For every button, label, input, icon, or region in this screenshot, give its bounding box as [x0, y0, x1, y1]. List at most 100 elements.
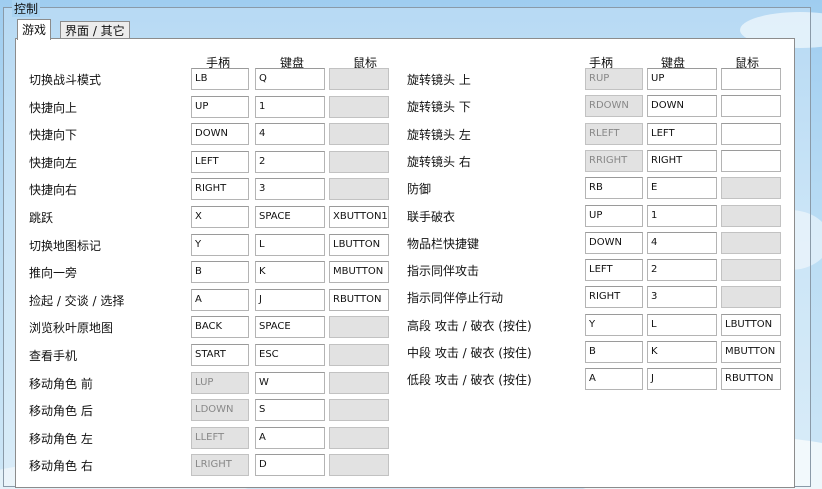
left-keyboard-binding[interactable]: ESC	[255, 344, 325, 366]
right-mouse-binding[interactable]	[721, 231, 781, 254]
left-gamepad-binding[interactable]: BACK	[191, 316, 249, 339]
left-mouse-binding[interactable]	[329, 178, 389, 201]
left-mouse-binding[interactable]	[329, 371, 389, 394]
left-mouse-binding[interactable]	[329, 344, 389, 366]
right-action-label: 低段 攻击 / 破衣 (按住)	[407, 373, 532, 388]
right-gamepad-binding[interactable]: Y	[585, 313, 643, 336]
left-action-label: 移动角色 右	[29, 459, 93, 474]
left-gamepad-binding[interactable]: LUP	[191, 371, 249, 394]
right-keyboard-binding[interactable]: 2	[647, 259, 717, 282]
left-mouse-binding[interactable]: MBUTTON	[329, 261, 389, 284]
left-mouse-binding[interactable]	[329, 399, 389, 422]
left-gamepad-binding[interactable]: DOWN	[191, 123, 249, 146]
right-gamepad-binding[interactable]: A	[585, 368, 643, 391]
left-keyboard-binding[interactable]: Q	[255, 68, 325, 90]
left-gamepad-binding[interactable]: Y	[191, 233, 249, 256]
left-mouse-binding[interactable]	[329, 454, 389, 477]
right-gamepad-binding[interactable]: LEFT	[585, 259, 643, 282]
right-mouse-binding[interactable]	[721, 95, 781, 118]
tab-game[interactable]: 游戏	[17, 19, 52, 40]
left-gamepad-binding[interactable]: LB	[191, 68, 249, 90]
left-mouse-binding[interactable]: XBUTTON1	[329, 206, 389, 228]
right-action-label: 旋转镜头 上	[407, 73, 471, 87]
right-action-label: 中段 攻击 / 破衣 (按住)	[407, 346, 532, 360]
right-mouse-binding[interactable]	[721, 177, 781, 200]
right-mouse-binding[interactable]: RBUTTON	[721, 368, 781, 391]
tab-interface-other[interactable]: 界面 / 其它	[60, 21, 130, 39]
left-keyboard-binding[interactable]: J	[255, 288, 325, 311]
right-keyboard-binding[interactable]: L	[647, 313, 717, 336]
right-keyboard-binding[interactable]: DOWN	[647, 95, 717, 118]
right-keyboard-binding[interactable]: J	[647, 368, 717, 391]
left-gamepad-binding[interactable]: RIGHT	[191, 178, 249, 201]
left-gamepad-binding[interactable]: START	[191, 344, 249, 366]
right-keyboard-binding[interactable]: RIGHT	[647, 149, 717, 172]
left-mouse-binding[interactable]	[329, 123, 389, 146]
right-mouse-binding[interactable]: LBUTTON	[721, 313, 781, 336]
left-mouse-binding[interactable]	[329, 68, 389, 90]
left-mouse-binding[interactable]: RBUTTON	[329, 288, 389, 311]
left-keyboard-binding[interactable]: W	[255, 371, 325, 394]
left-gamepad-binding[interactable]: LLEFT	[191, 426, 249, 449]
right-keyboard-binding[interactable]: 1	[647, 204, 717, 227]
left-mouse-binding[interactable]	[329, 316, 389, 339]
right-mouse-binding[interactable]	[721, 259, 781, 282]
left-keyboard-binding[interactable]: 1	[255, 95, 325, 118]
right-gamepad-binding[interactable]: UP	[585, 204, 643, 227]
left-action-label: 快捷向左	[29, 155, 78, 170]
left-action-label: 移动角色 前	[29, 376, 93, 391]
right-gamepad-binding[interactable]: RRIGHT	[585, 149, 643, 172]
left-mouse-binding[interactable]	[329, 95, 389, 118]
left-keyboard-binding[interactable]: SPACE	[255, 316, 325, 339]
left-gamepad-binding[interactable]: LDOWN	[191, 399, 249, 422]
left-keyboard-binding[interactable]: K	[255, 261, 325, 284]
left-gamepad-binding[interactable]: X	[191, 206, 249, 228]
left-action-label: 推向一旁	[29, 266, 78, 281]
left-gamepad-binding[interactable]: B	[191, 261, 249, 284]
right-keyboard-binding[interactable]: LEFT	[647, 122, 717, 145]
right-gamepad-binding[interactable]: B	[585, 341, 643, 363]
left-action-label: 跳跃	[29, 211, 54, 225]
right-keyboard-binding[interactable]: UP	[647, 68, 717, 90]
left-keyboard-binding[interactable]: 4	[255, 123, 325, 146]
right-gamepad-binding[interactable]: RLEFT	[585, 122, 643, 145]
right-action-label: 指示同伴攻击	[407, 264, 480, 279]
left-keyboard-binding[interactable]: S	[255, 399, 325, 422]
left-keyboard-binding[interactable]: A	[255, 426, 325, 449]
watermark-logo: 3HE当游网	[647, 458, 789, 488]
right-action-label: 高段 攻击 / 破衣 (按住)	[407, 318, 532, 333]
left-keyboard-binding[interactable]: D	[255, 454, 325, 477]
left-gamepad-binding[interactable]: UP	[191, 95, 249, 118]
left-gamepad-binding[interactable]: LEFT	[191, 150, 249, 173]
right-keyboard-binding[interactable]: K	[647, 341, 717, 363]
left-keyboard-binding[interactable]: 3	[255, 178, 325, 201]
right-mouse-binding[interactable]	[721, 122, 781, 145]
right-mouse-binding[interactable]: MBUTTON	[721, 341, 781, 363]
left-keyboard-binding[interactable]: 2	[255, 150, 325, 173]
left-gamepad-binding[interactable]: LRIGHT	[191, 454, 249, 477]
right-mouse-binding[interactable]	[721, 286, 781, 309]
left-action-label: 移动角色 左	[29, 431, 93, 446]
left-action-label: 切换战斗模式	[29, 73, 102, 87]
left-action-label: 快捷向上	[29, 100, 78, 115]
right-action-label: 旋转镜头 左	[407, 127, 471, 142]
left-mouse-binding[interactable]	[329, 426, 389, 449]
right-gamepad-binding[interactable]: RIGHT	[585, 286, 643, 309]
right-gamepad-binding[interactable]: RUP	[585, 68, 643, 90]
left-keyboard-binding[interactable]: L	[255, 233, 325, 256]
right-keyboard-binding[interactable]: 4	[647, 231, 717, 254]
left-gamepad-binding[interactable]: A	[191, 288, 249, 311]
right-mouse-binding[interactable]	[721, 204, 781, 227]
right-action-label: 指示同伴停止行动	[407, 291, 504, 306]
right-keyboard-binding[interactable]: E	[647, 177, 717, 200]
right-mouse-binding[interactable]	[721, 149, 781, 172]
left-mouse-binding[interactable]: LBUTTON	[329, 233, 389, 256]
left-action-label: 切换地图标记	[29, 238, 102, 253]
left-mouse-binding[interactable]	[329, 150, 389, 173]
right-gamepad-binding[interactable]: DOWN	[585, 231, 643, 254]
right-keyboard-binding[interactable]: 3	[647, 286, 717, 309]
left-keyboard-binding[interactable]: SPACE	[255, 206, 325, 228]
right-gamepad-binding[interactable]: RDOWN	[585, 95, 643, 118]
right-mouse-binding[interactable]	[721, 68, 781, 90]
right-gamepad-binding[interactable]: RB	[585, 177, 643, 200]
